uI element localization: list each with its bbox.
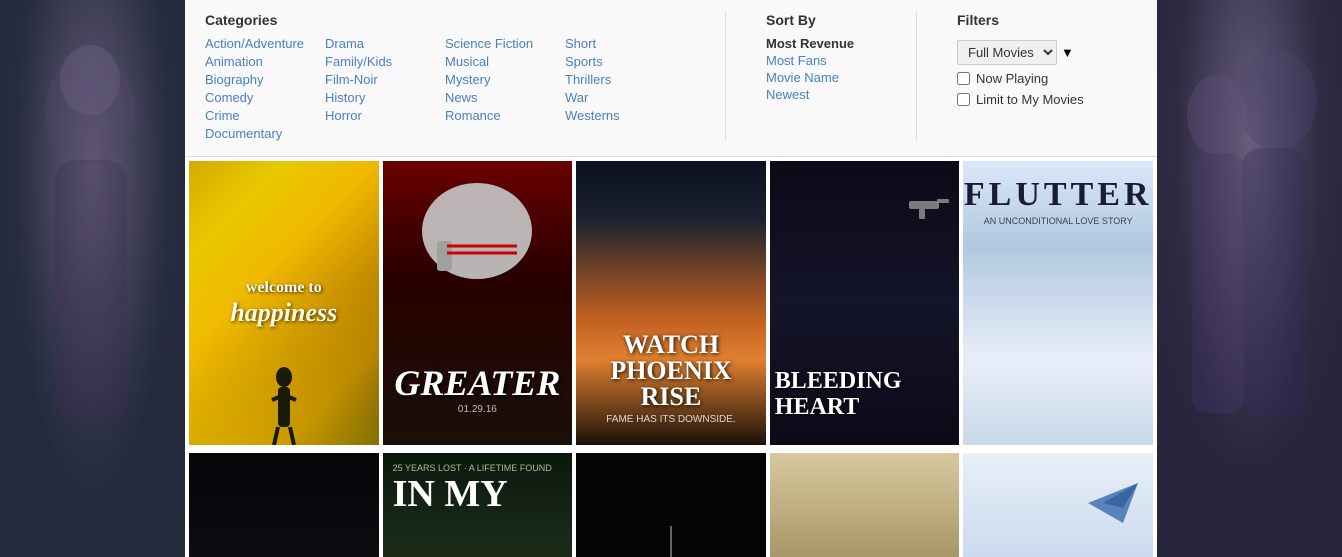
inmy-sub: 25 YEARS LOST · A LIFETIME FOUND <box>393 463 552 473</box>
greater-date: 01.29.16 <box>458 404 497 415</box>
cat-animation[interactable]: Animation <box>205 54 325 69</box>
cat-war[interactable]: War <box>565 90 685 105</box>
movie-poster-in-my[interactable]: 25 YEARS LOST · A LIFETIME FOUND IN MY <box>383 453 573 557</box>
bleeding-heart-title: BLEEDING HEART <box>775 368 950 421</box>
category-column-1: Action/Adventure Animation Biography Com… <box>205 36 325 141</box>
left-figure <box>0 0 185 557</box>
cat-documentary[interactable]: Documentary <box>205 126 325 141</box>
movie-poster-prophets-prey[interactable]: PROPHET'S PREY BY THE DISGRACE OF GOD... <box>770 453 960 557</box>
now-playing-checkbox[interactable] <box>957 72 970 85</box>
cat-thrillers[interactable]: Thrillers <box>565 72 685 87</box>
watch-phoenix-title: WATCH PHOENIX RISE <box>586 332 756 410</box>
cat-comedy[interactable]: Comedy <box>205 90 325 105</box>
cat-musical[interactable]: Musical <box>445 54 565 69</box>
nav-bar: Categories Action/Adventure Animation Bi… <box>185 0 1157 157</box>
movie-grid-row2: DEVIOUS 25 YEARS LOST · A LIFETIME FOUND… <box>185 449 1157 557</box>
cat-short[interactable]: Short <box>565 36 685 51</box>
filter-type-select[interactable]: Full Movies Trailers Clips All <box>957 40 1057 65</box>
cat-news[interactable]: News <box>445 90 565 105</box>
movie-poster-dark[interactable] <box>576 453 766 557</box>
filters-title: Filters <box>957 12 1117 28</box>
main-content: Categories Action/Adventure Animation Bi… <box>185 0 1157 557</box>
sort-newest[interactable]: Newest <box>766 87 876 102</box>
cat-drama[interactable]: Drama <box>325 36 445 51</box>
cat-mystery[interactable]: Mystery <box>445 72 565 87</box>
movie-poster-welcome-to-happiness[interactable]: welcome to happiness <box>189 161 379 445</box>
now-playing-label: Now Playing <box>976 71 1048 86</box>
flutter-title: FLUTTER <box>964 176 1153 214</box>
now-playing-filter[interactable]: Now Playing <box>957 71 1117 86</box>
my-movies-filter[interactable]: Limit to My Movies <box>957 92 1117 107</box>
inmy-title: IN MY <box>393 477 508 511</box>
sort-most-fans[interactable]: Most Fans <box>766 53 876 68</box>
sort-title: Sort By <box>766 12 876 28</box>
category-column-4: Short Sports Thrillers War Westerns <box>565 36 685 141</box>
watch-phoenix-sub: FAME HAS ITS DOWNSIDE. <box>606 414 735 425</box>
cat-biography[interactable]: Biography <box>205 72 325 87</box>
separator-1 <box>725 12 726 141</box>
right-figure <box>1157 0 1342 557</box>
movie-poster-flutter[interactable]: FLUTTER AN UNCONDITIONAL LOVE STORY <box>963 161 1153 445</box>
filters-section: Filters Full Movies Trailers Clips All ▼… <box>957 12 1117 107</box>
my-movies-checkbox[interactable] <box>957 93 970 106</box>
movie-poster-watch-phoenix-rise[interactable]: WATCH PHOENIX RISE FAME HAS ITS DOWNSIDE… <box>576 161 766 445</box>
categories-columns: Action/Adventure Animation Biography Com… <box>205 36 685 141</box>
movie-grid-row1: welcome to happiness <box>185 157 1157 449</box>
cat-family-kids[interactable]: Family/Kids <box>325 54 445 69</box>
cat-history[interactable]: History <box>325 90 445 105</box>
cat-romance[interactable]: Romance <box>445 108 565 123</box>
sort-section: Sort By Most Revenue Most Fans Movie Nam… <box>766 12 876 102</box>
left-panel <box>0 0 185 557</box>
category-column-3: Science Fiction Musical Mystery News Rom… <box>445 36 565 141</box>
categories-section: Categories Action/Adventure Animation Bi… <box>205 12 685 141</box>
cat-science-fiction[interactable]: Science Fiction <box>445 36 565 51</box>
category-column-2: Drama Family/Kids Film-Noir History Horr… <box>325 36 445 141</box>
flutter-sub: AN UNCONDITIONAL LOVE STORY <box>984 216 1133 226</box>
sort-movie-name[interactable]: Movie Name <box>766 70 876 85</box>
cat-crime[interactable]: Crime <box>205 108 325 123</box>
cat-horror[interactable]: Horror <box>325 108 445 123</box>
sort-most-revenue[interactable]: Most Revenue <box>766 36 876 51</box>
cat-sports[interactable]: Sports <box>565 54 685 69</box>
cat-action-adventure[interactable]: Action/Adventure <box>205 36 325 51</box>
cat-westerns[interactable]: Westerns <box>565 108 685 123</box>
filter-dropdown-row: Full Movies Trailers Clips All ▼ <box>957 40 1117 65</box>
my-movies-label: Limit to My Movies <box>976 92 1084 107</box>
cat-film-noir[interactable]: Film-Noir <box>325 72 445 87</box>
right-panel <box>1157 0 1342 557</box>
dropdown-arrow-icon: ▼ <box>1061 45 1074 60</box>
categories-title: Categories <box>205 12 685 28</box>
movie-poster-devious[interactable]: DEVIOUS <box>189 453 379 557</box>
separator-2 <box>916 12 917 141</box>
movie-poster-paper-planes[interactable]: PAPER PLANES <box>963 453 1153 557</box>
movie-poster-bleeding-heart[interactable]: BLEEDING HEART <box>770 161 960 445</box>
movie-poster-greater[interactable]: GREATER 01.29.16 <box>383 161 573 445</box>
